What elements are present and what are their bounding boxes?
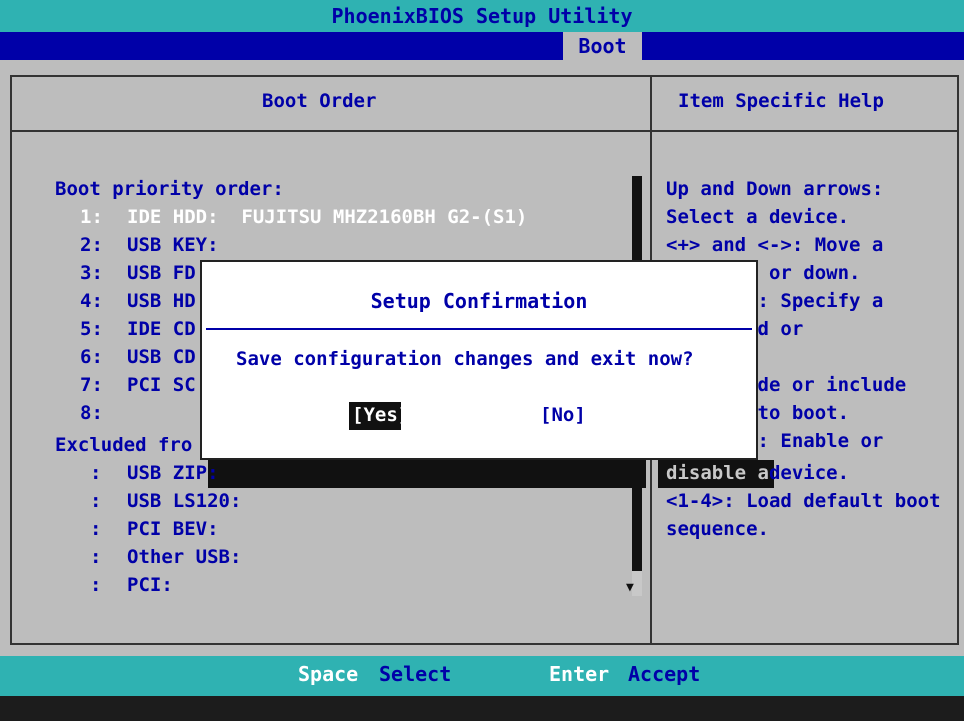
boot-item-3-name[interactable]: USB FD — [127, 262, 196, 284]
excluded-item-5-num[interactable]: : — [90, 574, 101, 596]
excluded-item-3-name[interactable]: PCI BEV: — [127, 518, 219, 540]
excluded-item-1-num[interactable]: : — [90, 462, 101, 484]
help-line-1: Up and Down arrows: — [666, 178, 884, 200]
excluded-item-5-name[interactable]: PCI: — [127, 574, 173, 596]
help-line-12: <1-4>: Load default boot — [666, 490, 941, 512]
help-header: Item Specific Help — [678, 90, 884, 112]
boot-item-7-name[interactable]: PCI SC — [127, 374, 196, 396]
help-line-2: Select a device. — [666, 206, 850, 228]
footer-key-space: Space — [298, 662, 359, 686]
dialog-title: Setup Confirmation — [370, 289, 588, 313]
excluded-item-4-num[interactable]: : — [90, 546, 101, 568]
boot-item-1-num[interactable]: 1: — [80, 206, 103, 228]
excluded-item-3-num[interactable]: : — [90, 518, 101, 540]
boot-order-header: Boot Order — [262, 90, 377, 112]
boot-item-5-name[interactable]: IDE CD — [127, 318, 196, 340]
app-title: PhoenixBIOS Setup Utility — [331, 4, 633, 28]
menu-bar: Boot — [0, 32, 964, 60]
boot-item-4-name[interactable]: USB HD — [127, 290, 196, 312]
dialog-message: Save configuration changes and exit now? — [236, 348, 694, 370]
header-divider — [10, 130, 959, 132]
boot-item-4-num[interactable]: 4: — [80, 290, 103, 312]
footer-bar: Space Select Enter Accept — [0, 656, 964, 696]
footer-label-select: Select — [379, 662, 452, 686]
help-line-13: sequence. — [666, 518, 769, 540]
excluded-heading: Excluded fro — [55, 434, 193, 456]
boot-item-8-num[interactable]: 8: — [80, 402, 103, 424]
tab-boot[interactable]: Boot — [563, 32, 642, 60]
footer-label-accept: Accept — [628, 662, 701, 686]
no-button[interactable]: [No] — [540, 404, 586, 426]
excluded-item-1-name[interactable]: USB ZIP: — [127, 462, 219, 484]
boot-item-2-num[interactable]: 2: — [80, 234, 103, 256]
boot-item-2-name[interactable]: USB KEY: — [127, 234, 219, 256]
boot-item-3-num[interactable]: 3: — [80, 262, 103, 284]
help-line-11: device. — [666, 462, 850, 484]
boot-item-6-num[interactable]: 6: — [80, 346, 103, 368]
excluded-row-highlight — [208, 460, 646, 488]
boot-item-7-num[interactable]: 7: — [80, 374, 103, 396]
dialog-separator — [206, 328, 752, 330]
yes-button[interactable]: [Yes] — [352, 404, 409, 426]
excluded-item-2-num[interactable]: : — [90, 490, 101, 512]
footer-key-enter: Enter — [549, 662, 610, 686]
excluded-item-4-name[interactable]: Other USB: — [127, 546, 241, 568]
footer-bottom-edge — [0, 696, 964, 721]
excluded-item-2-name[interactable]: USB LS120: — [127, 490, 241, 512]
boot-priority-heading: Boot priority order: — [55, 178, 284, 200]
title-bar: PhoenixBIOS Setup Utility — [0, 0, 964, 32]
boot-item-1-name[interactable]: IDE HDD: FUJITSU MHZ2160BH G2-(S1) — [127, 206, 527, 228]
boot-item-6-name[interactable]: USB CD — [127, 346, 196, 368]
boot-item-5-num[interactable]: 5: — [80, 318, 103, 340]
help-line-3: <+> and <->: Move a — [666, 234, 884, 256]
scroll-down-arrow-icon[interactable]: ▼ — [626, 580, 634, 595]
